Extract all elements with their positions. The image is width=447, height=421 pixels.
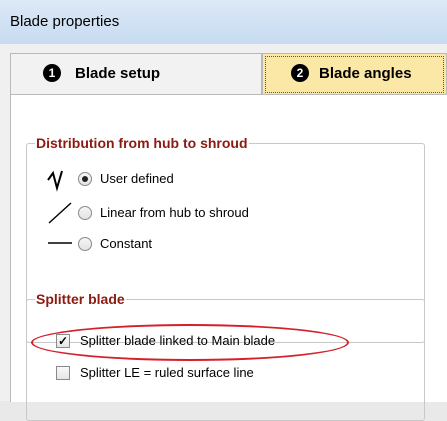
splitter-ruled-label: Splitter LE = ruled surface line <box>80 365 254 380</box>
checkbox-splitter-ruled[interactable] <box>56 366 70 380</box>
tab-blade-angles[interactable]: 2 Blade angles <box>262 53 447 95</box>
window-title: Blade properties <box>10 13 120 30</box>
user-curve-icon <box>47 170 63 192</box>
radio-selected-dot <box>82 176 88 182</box>
radio-constant[interactable] <box>78 237 92 251</box>
splitter-group-legend: Splitter blade <box>35 291 126 307</box>
tab-number-badge: 1 <box>43 64 61 82</box>
tab-number-badge: 2 <box>291 64 309 82</box>
distribution-group-legend: Distribution from hub to shroud <box>35 135 249 151</box>
title-bar: Blade properties <box>0 0 447 45</box>
tab-label: Blade setup <box>75 65 161 82</box>
radio-user-defined[interactable] <box>78 172 92 186</box>
constant-line-icon <box>48 242 72 244</box>
option-user-defined-label: User defined <box>100 171 174 186</box>
tab-blade-setup[interactable]: 1 Blade setup <box>10 53 262 95</box>
highlight-ellipse <box>31 324 349 361</box>
option-linear-label: Linear from hub to shroud <box>100 205 249 220</box>
option-constant-label: Constant <box>100 236 153 251</box>
linear-line-icon <box>48 202 72 224</box>
tab-label: Blade angles <box>319 65 412 82</box>
radio-linear[interactable] <box>78 206 92 220</box>
